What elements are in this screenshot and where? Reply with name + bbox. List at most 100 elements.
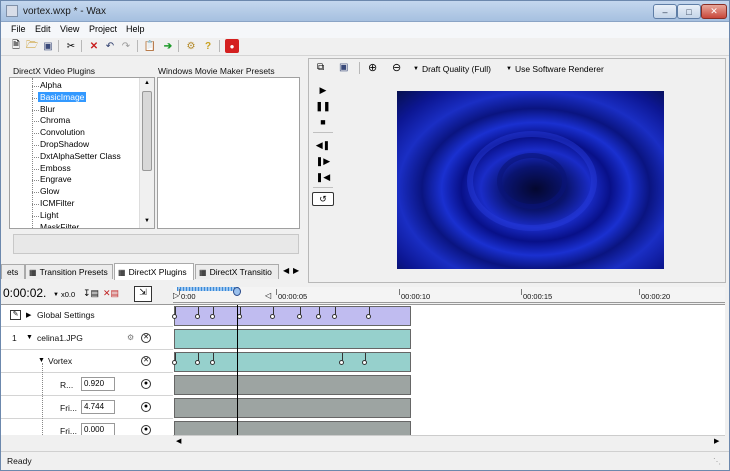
param-value-input[interactable]: 4.744 [81, 400, 115, 414]
effect-row[interactable]: ▼ Vortex ✕ [1, 351, 173, 373]
scroll-up-icon[interactable]: ▲ [144, 80, 150, 86]
keyframe-lock-icon[interactable]: ● [141, 379, 151, 389]
keyframe[interactable] [172, 314, 177, 319]
effect-track[interactable] [172, 352, 411, 372]
minimize-button[interactable]: – [653, 4, 677, 19]
help-icon[interactable]: ? [201, 39, 215, 53]
timeline-hscrollbar[interactable]: ◀ ▶ [173, 435, 725, 447]
play-icon[interactable]: ▶ [314, 83, 332, 97]
tab-transition-presets[interactable]: ▦ Transition Presets [25, 264, 113, 279]
prev-frame-icon[interactable]: ◀❚ [314, 138, 332, 152]
speed-dropdown[interactable]: ▼ x0.0 [53, 290, 75, 299]
media-clip-track[interactable] [174, 329, 411, 349]
presets-list[interactable] [157, 77, 300, 229]
plugins-list-scrollbar[interactable]: ▲ ▼ [139, 78, 154, 228]
plugin-item[interactable]: BasicImage [38, 91, 87, 102]
param-track[interactable] [174, 398, 411, 418]
keyframe[interactable] [366, 314, 371, 319]
plugin-item[interactable]: Light [40, 210, 58, 220]
save-icon[interactable]: ▣ [41, 39, 55, 53]
delete-keyframe-icon[interactable]: ✕▤ [103, 288, 125, 300]
global-settings-row[interactable]: ✎ ▶ Global Settings [1, 305, 173, 327]
plugin-item[interactable]: DropShadow [40, 139, 89, 149]
maximize-button[interactable]: □ [677, 4, 701, 19]
scroll-left-icon[interactable]: ◀ [176, 437, 181, 445]
zoom-in-icon[interactable]: ⊕ [368, 61, 377, 74]
keyframe[interactable] [362, 360, 367, 365]
playhead-icon[interactable] [233, 287, 241, 296]
tab-effect-presets[interactable]: ets [1, 264, 25, 279]
menu-help[interactable]: Help [126, 24, 145, 34]
settings-icon[interactable]: ⚙ [184, 39, 198, 53]
menu-view[interactable]: View [60, 24, 79, 34]
resize-grip-icon[interactable]: ⋱ [713, 457, 721, 466]
plugin-item[interactable]: Blur [40, 104, 55, 114]
add-keyframe-icon[interactable]: ↧▤ [83, 288, 101, 300]
global-settings-track[interactable] [172, 306, 411, 326]
keyframe[interactable] [297, 314, 302, 319]
param-row[interactable]: Fri... 4.744 ● [1, 397, 173, 419]
plugin-item[interactable]: ICMFilter [40, 198, 74, 208]
keyframe[interactable] [339, 360, 344, 365]
go-to-start-icon[interactable]: ❚◀ [314, 170, 332, 184]
plugin-item[interactable]: Convolution [40, 127, 85, 137]
pin-icon[interactable]: ⚙ [127, 333, 134, 342]
remove-track-icon[interactable]: ✕ [141, 333, 151, 343]
loop-icon[interactable]: ↺ [312, 192, 334, 206]
scroll-down-icon[interactable]: ▼ [144, 218, 150, 224]
param-track[interactable] [174, 375, 411, 395]
keyframe[interactable] [270, 314, 275, 319]
keyframe[interactable] [332, 314, 337, 319]
delete-icon[interactable]: ✕ [87, 39, 101, 53]
param-row[interactable]: Fri... 0.000 ● [1, 420, 173, 435]
menu-file[interactable]: File [11, 24, 26, 34]
keyframe[interactable] [195, 314, 200, 319]
param-row[interactable]: R... 0.920 ● [1, 374, 173, 396]
tab-directx-transitions[interactable]: ▦ DirectX Transitio [195, 264, 279, 279]
plugin-item[interactable]: Engrave [40, 174, 72, 184]
plugin-item[interactable]: MaskFilter [40, 222, 79, 228]
plugin-item[interactable]: Glow [40, 186, 59, 196]
plugins-list[interactable]: Alpha BasicImage Blur Chroma Convolution Drop… [9, 77, 155, 229]
undo-icon[interactable]: ↶ [103, 39, 117, 53]
redo-icon[interactable]: ↷ [119, 39, 133, 53]
stop-render-icon[interactable]: ● [225, 39, 239, 53]
plugin-item[interactable]: Alpha [40, 80, 62, 90]
menu-edit[interactable]: Edit [35, 24, 51, 34]
keyframe[interactable] [210, 360, 215, 365]
plugin-item[interactable]: Emboss [40, 163, 71, 173]
selection-region[interactable] [177, 287, 239, 291]
open-folder-icon[interactable]: 🗁 [25, 39, 39, 53]
scroll-right-icon[interactable]: ▶ [714, 437, 719, 445]
keyframe[interactable] [316, 314, 321, 319]
expand-down-icon[interactable]: ▼ [26, 334, 33, 341]
timeline-ruler[interactable]: ▷ ◁ 0:00 00:00:05 00:00:10 00:00:15 00:00:20 [173, 287, 725, 303]
quality-dropdown[interactable]: ▼ Draft Quality (Full) [413, 64, 491, 74]
tab-scroll-left-icon[interactable]: ◀ [283, 266, 289, 275]
title-bar[interactable]: vortex.wxp * - Wax – □ ✕ [1, 1, 729, 22]
remove-effect-icon[interactable]: ✕ [141, 356, 151, 366]
plugin-item[interactable]: DxtAlphaSetter Class [40, 151, 121, 161]
tab-scroll-right-icon[interactable]: ▶ [293, 266, 299, 275]
pause-icon[interactable]: ❚❚ [314, 99, 332, 113]
param-value-input[interactable]: 0.000 [81, 423, 115, 435]
next-frame-icon[interactable]: ❚▶ [314, 154, 332, 168]
save-frame-icon[interactable]: ▣ [339, 62, 348, 73]
keyframe[interactable] [172, 360, 177, 365]
snap-toggle-icon[interactable]: ⇲ [134, 286, 152, 302]
keyframe[interactable] [195, 360, 200, 365]
tab-directx-plugins[interactable]: ▦ DirectX Plugins [114, 263, 194, 280]
cut-icon[interactable]: ✂ [64, 39, 78, 53]
menu-project[interactable]: Project [89, 24, 117, 34]
renderer-dropdown[interactable]: ▼ Use Software Renderer [506, 64, 604, 74]
stop-icon[interactable]: ■ [314, 115, 332, 129]
export-arrow-icon[interactable]: ➔ [161, 39, 175, 53]
track-row[interactable]: 1 ▼ celina1.JPG ⚙ ✕ [1, 328, 173, 350]
param-value-input[interactable]: 0.920 [81, 377, 115, 391]
copy-frame-icon[interactable]: ⧉ [317, 62, 324, 73]
keyframe-lock-icon[interactable]: ● [141, 425, 151, 435]
scroll-thumb[interactable] [142, 91, 152, 171]
param-track[interactable] [174, 421, 411, 435]
keyframe[interactable] [210, 314, 215, 319]
keyframe-lock-icon[interactable]: ● [141, 402, 151, 412]
